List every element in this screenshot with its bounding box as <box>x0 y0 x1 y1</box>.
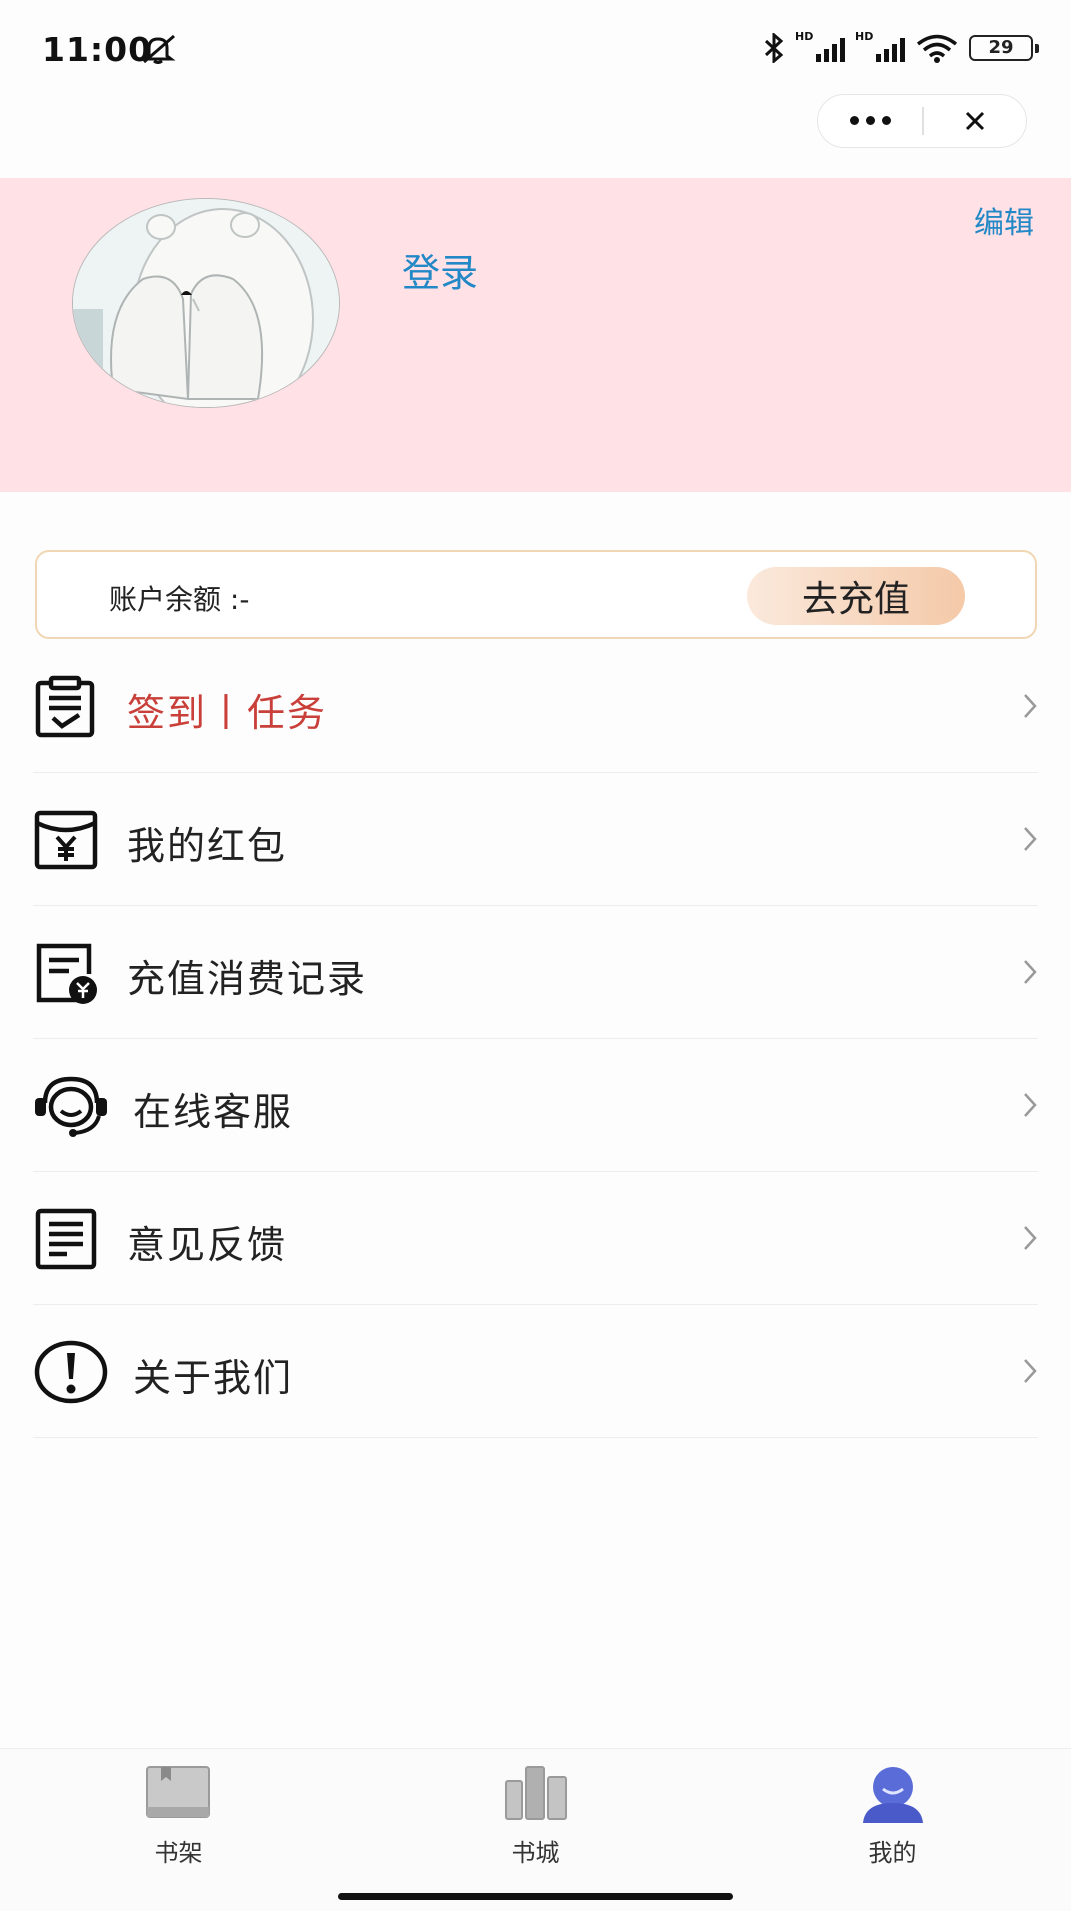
profile-icon <box>862 1767 923 1823</box>
hd-label: HD <box>795 30 814 43</box>
tab-profile[interactable]: 我的 <box>714 1749 1071 1869</box>
feedback-document-icon <box>35 1208 97 1270</box>
bookstore-icon <box>504 1766 567 1820</box>
customer-service-icon <box>35 1076 107 1137</box>
exclamation-circle-icon <box>34 1340 108 1404</box>
miniprogram-capsule <box>817 94 1027 148</box>
menu-item-label: 关于我们 <box>133 1356 294 1400</box>
menu-item-red-envelope[interactable]: 我的红包 <box>33 773 1038 906</box>
mute-notification-icon <box>140 34 176 64</box>
status-bar: 11:00 HD HD 29 <box>0 0 1071 95</box>
wifi-icon <box>916 34 958 63</box>
cell-signal-icon: HD <box>795 30 845 64</box>
tab-bookstore[interactable]: 书城 <box>357 1749 714 1869</box>
hd-label: HD <box>855 30 874 43</box>
chevron-right-icon <box>1024 827 1037 851</box>
menu-item-feedback[interactable]: 意见反馈 <box>33 1172 1038 1305</box>
close-icon <box>965 111 985 130</box>
menu-item-about-us[interactable]: 关于我们 <box>33 1305 1038 1438</box>
menu-list: 签到丨任务 我的红包 充值消费记录 在线客服 意见反馈 关于我们 <box>33 640 1038 1438</box>
dot-icon <box>881 116 891 125</box>
edit-link[interactable]: 编辑 <box>974 198 1034 242</box>
avatar[interactable] <box>72 198 340 408</box>
tab-label: 书架 <box>154 1839 203 1867</box>
recharge-button[interactable]: 去充值 <box>747 567 965 625</box>
more-menu-button[interactable] <box>818 95 922 146</box>
status-time: 11:00 <box>42 30 153 69</box>
red-envelope-icon <box>34 810 98 870</box>
bottom-tab-bar: 书架 书城 我的 <box>0 1748 1071 1911</box>
bluetooth-icon <box>764 33 784 63</box>
profile-header: 登录 编辑 <box>0 178 1071 492</box>
tab-label: 书城 <box>511 1839 560 1867</box>
home-indicator <box>338 1893 733 1900</box>
dot-icon <box>849 116 859 125</box>
menu-item-label: 充值消费记录 <box>127 957 368 1001</box>
menu-item-label: 签到丨任务 <box>127 691 328 735</box>
menu-item-label: 我的红包 <box>127 824 288 868</box>
polar-bear-avatar-image <box>73 199 339 407</box>
bill-record-icon <box>36 943 97 1004</box>
clipboard-check-icon <box>35 675 95 738</box>
tab-label: 我的 <box>868 1839 917 1867</box>
chevron-right-icon <box>1024 1359 1037 1383</box>
menu-item-label: 意见反馈 <box>127 1223 288 1267</box>
chevron-right-icon <box>1024 1093 1037 1117</box>
login-link[interactable]: 登录 <box>402 242 478 297</box>
chevron-right-icon <box>1024 960 1037 984</box>
battery-indicator: 29 <box>969 35 1039 61</box>
dot-icon <box>865 116 875 125</box>
status-icons: HD HD 29 <box>763 30 1039 64</box>
menu-item-customer-service[interactable]: 在线客服 <box>33 1039 1038 1172</box>
bookshelf-icon <box>145 1766 210 1818</box>
balance-card: 账户余额 :- 去充值 <box>35 550 1037 639</box>
menu-item-label: 在线客服 <box>133 1090 294 1134</box>
close-button[interactable] <box>924 95 1026 146</box>
tab-bookshelf[interactable]: 书架 <box>0 1749 357 1869</box>
chevron-right-icon <box>1024 694 1037 718</box>
chevron-right-icon <box>1024 1226 1037 1250</box>
balance-label: 账户余额 :- <box>109 583 250 616</box>
cell-signal-icon: HD <box>855 30 905 64</box>
menu-item-checkin-tasks[interactable]: 签到丨任务 <box>33 640 1038 773</box>
menu-item-recharge-history[interactable]: 充值消费记录 <box>33 906 1038 1039</box>
